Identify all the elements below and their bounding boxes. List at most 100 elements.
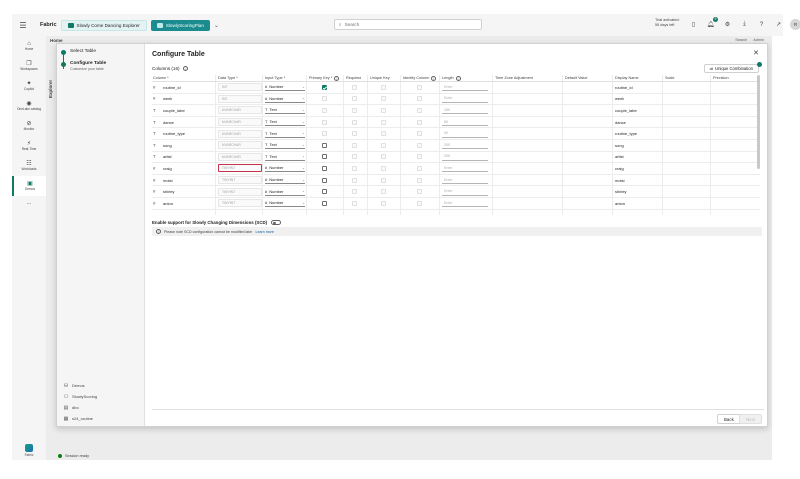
column-type-icon: # — [153, 200, 156, 206]
display-name-value[interactable]: couple_label — [615, 108, 637, 113]
display-name-value[interactable]: routine_type — [615, 131, 637, 136]
input-type-dropdown[interactable]: # Number ⌄ — [265, 176, 305, 185]
avatar[interactable]: R — [790, 19, 800, 30]
length-input[interactable]: Enter — [442, 95, 488, 103]
display-name-value[interactable]: motsi — [615, 178, 625, 183]
length-input[interactable]: 30 — [442, 130, 488, 138]
rail-item-workloads[interactable]: ☷ Workloads — [12, 156, 46, 176]
input-type-dropdown[interactable]: T Text ⌄ — [265, 141, 305, 150]
rail-item-monitor[interactable]: ⊘ Monitor — [12, 116, 46, 136]
input-type-dropdown[interactable]: T Text ⌄ — [265, 118, 305, 127]
table-scrollbar[interactable] — [757, 75, 760, 169]
table-body: # routine_id INT # Number ⌄ Enter routine_id # we… — [152, 82, 760, 210]
display-name-value[interactable]: craig — [615, 166, 624, 171]
app-name[interactable]: Fabric — [40, 22, 57, 28]
rail-item-home[interactable]: ⌂ Home — [12, 36, 46, 56]
input-type-dropdown[interactable]: # Number ⌄ — [265, 188, 305, 196]
display-name-value[interactable]: anton — [615, 201, 625, 206]
dialog-title: Configure Table — [152, 51, 205, 58]
tab-scoring-plan[interactable]: SlowlyScoringPlan — [150, 19, 210, 31]
primary-key-info-icon[interactable]: i — [334, 75, 340, 81]
input-type-dropdown[interactable]: # Number ⌄ — [265, 164, 305, 173]
chevron-down-icon[interactable]: ⌄ — [214, 22, 219, 29]
column-name-cell: # motsi — [153, 175, 173, 186]
length-input[interactable]: Enter — [442, 188, 488, 196]
more-icon[interactable]: ... — [12, 200, 46, 206]
learn-more-link[interactable]: Learn more — [256, 230, 274, 234]
length-input[interactable]: 60 — [442, 118, 488, 127]
length-input[interactable]: Enter — [442, 83, 488, 92]
rail-item-copilot[interactable]: ✦ Copilot — [12, 76, 46, 96]
settings-icon[interactable]: ⚙ — [722, 19, 733, 30]
tab-explorer[interactable]: Slowly Come Dancing Explorer — [60, 19, 147, 31]
table-row: Tsong NVARCHAR T Text ⌄ 200 song — [152, 140, 760, 152]
display-name-value[interactable]: artist — [615, 154, 624, 159]
chevron-down-icon: ⌄ — [301, 84, 305, 89]
length-input[interactable]: Enter — [442, 199, 488, 208]
target-schema-group: ⎔ SlowlyScoring — [63, 393, 98, 400]
primary-key-checkbox[interactable] — [322, 142, 327, 148]
display-name-value[interactable]: dance — [615, 120, 626, 125]
table-row: Tcouple_label NVARCHAR T Text ⌄ 100 couple_lab… — [152, 105, 760, 117]
required-cell — [352, 82, 357, 93]
notifications-icon[interactable]: 🔔︎ 9 — [705, 17, 718, 30]
search-input[interactable]: ⌕ Search — [334, 19, 482, 30]
input-type-dropdown[interactable]: T Text ⌄ — [265, 153, 305, 161]
display-name-value[interactable]: routine_id — [615, 85, 633, 90]
unique-key-cell — [381, 152, 386, 163]
display-name-value[interactable]: song — [615, 143, 624, 148]
close-icon[interactable]: ✕ — [753, 49, 759, 57]
rail-item-workspaces[interactable]: ❐ Workspaces — [12, 56, 46, 76]
input-type-value: Number — [269, 200, 284, 206]
display-name-value[interactable]: shirley — [615, 189, 627, 194]
next-button[interactable]: Next — [739, 414, 763, 424]
input-type-dropdown[interactable]: # Number ⌄ — [265, 199, 305, 208]
input-type-dropdown[interactable]: # Number ⌄ — [265, 95, 305, 103]
column-name-cell: # shirley — [153, 186, 175, 197]
step-select-table[interactable]: Select Table — [61, 49, 96, 55]
primary-key-checkbox[interactable] — [322, 177, 327, 183]
column-name: routine_id — [163, 84, 181, 90]
length-input[interactable]: Enter — [442, 176, 488, 185]
table-row: # shirley TINYINT # Number ⌄ Enter shirley — [152, 186, 760, 198]
input-type-dropdown[interactable]: T Text ⌄ — [265, 106, 305, 115]
length-input[interactable]: 100 — [442, 106, 488, 115]
share-icon[interactable]: ↗ — [773, 19, 784, 30]
primary-key-checkbox[interactable] — [322, 154, 327, 160]
primary-key-checkbox[interactable] — [322, 165, 327, 171]
background-search-button[interactable]: Search — [735, 38, 747, 42]
primary-key-checkbox[interactable] — [322, 200, 327, 206]
rail-item-realtime[interactable]: ⚡︎ Real-Time — [12, 136, 46, 156]
length-cell: Enter — [442, 163, 488, 174]
input-type-dropdown[interactable]: # Number ⌄ — [265, 83, 305, 92]
display-name-value[interactable]: week — [615, 96, 624, 101]
download-icon[interactable]: ⤓ — [739, 19, 750, 30]
fabric-switcher[interactable]: Fabric — [12, 440, 46, 460]
rail-item-demos[interactable]: ▣ Demos — [12, 176, 46, 196]
length-info-icon[interactable]: i — [455, 75, 461, 81]
identity-checkbox — [417, 107, 422, 113]
primary-key-checkbox[interactable] — [322, 84, 327, 90]
trial-line-2: 55 days left — [655, 23, 675, 27]
length-input[interactable]: Enter — [442, 164, 488, 173]
columns-count: Columns (16) i — [152, 66, 188, 71]
rail-item-onelake[interactable]: ◉ OneLake catalog — [12, 96, 46, 116]
column-type-icon: T — [153, 142, 156, 148]
identity-info-icon[interactable]: i — [431, 75, 437, 81]
input-type-cell: T Text ⌄ — [265, 140, 305, 151]
back-button[interactable]: Back — [717, 414, 741, 424]
panel-icon[interactable]: ▯ — [688, 19, 699, 30]
identity-cell — [417, 163, 422, 174]
length-input[interactable]: 200 — [442, 141, 488, 150]
app-launcher-icon[interactable]: ☰ — [12, 21, 34, 30]
step-configure-table[interactable]: Configure Table Customize your table — [61, 61, 106, 71]
scd-toggle[interactable] — [271, 220, 282, 225]
primary-key-checkbox[interactable] — [322, 189, 327, 195]
help-icon[interactable]: ? — [756, 19, 767, 30]
column-name: motsi — [163, 177, 173, 183]
unique-combination-button[interactable]: ⇉ Unique Combination — [703, 64, 759, 73]
info-icon[interactable]: i — [182, 66, 188, 71]
length-input[interactable]: 200 — [442, 153, 488, 161]
input-type-dropdown[interactable]: T Text ⌄ — [265, 130, 305, 138]
background-admin-button[interactable]: Admin — [753, 38, 764, 42]
